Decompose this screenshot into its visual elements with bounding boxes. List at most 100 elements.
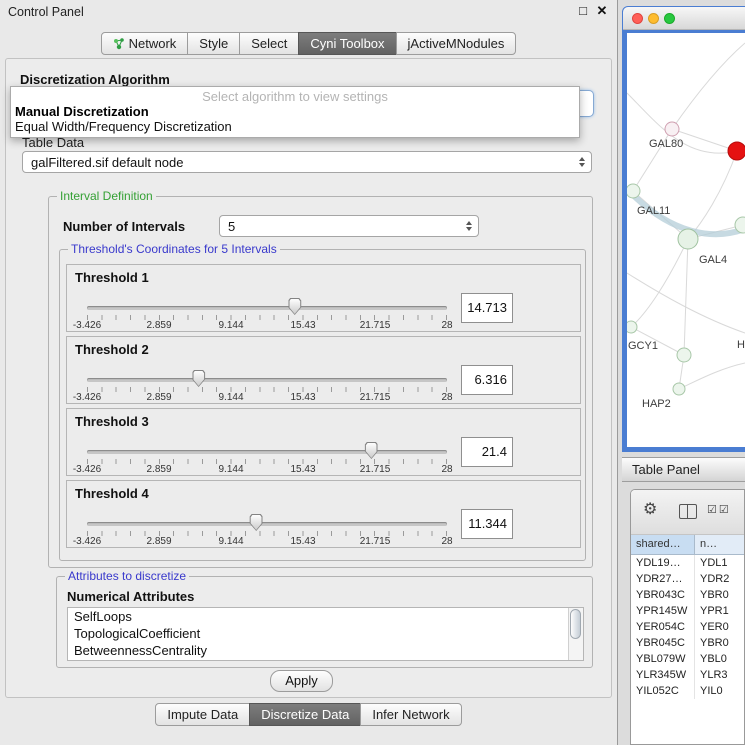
- list-scrollbar[interactable]: [568, 608, 583, 660]
- node-gal11[interactable]: [627, 184, 640, 198]
- slider-tick-labels: -3.4262.8599.14415.4321.71528: [87, 392, 447, 403]
- float-window-icon[interactable]: □: [575, 3, 591, 19]
- slider-thumb[interactable]: [288, 298, 301, 315]
- table-row[interactable]: YPR145WYPR1: [631, 603, 744, 619]
- tab-impute-data[interactable]: Impute Data: [155, 703, 250, 726]
- threshold-4-slider[interactable]: [87, 517, 447, 531]
- discretization-algorithm-label: Discretization Algorithm: [20, 72, 170, 87]
- threshold-1-panel: Threshold 1 -3.4262.8599.14415.4321.7152…: [66, 264, 581, 332]
- node-hap2[interactable]: [673, 383, 685, 395]
- threshold-2-value-field[interactable]: 6.316: [461, 365, 513, 395]
- node-label-gcy1: GCY1: [628, 340, 658, 352]
- table-row[interactable]: YDR27…YDR2: [631, 571, 744, 587]
- table-toolbar: ⚙ ☑☑: [631, 490, 744, 535]
- threshold-1-label: Threshold 1: [75, 270, 149, 285]
- gear-icon[interactable]: ⚙: [643, 501, 657, 519]
- table-row[interactable]: YLR345WYLR3: [631, 667, 744, 683]
- network-icon: [113, 38, 125, 50]
- zoom-traffic-light[interactable]: [664, 13, 675, 24]
- numerical-attributes-label: Numerical Attributes: [67, 589, 194, 604]
- table-row[interactable]: YBR045CYBR0: [631, 635, 744, 651]
- list-item[interactable]: TopologicalCoefficient: [68, 625, 583, 642]
- table-panel-header[interactable]: Table Panel: [622, 457, 745, 482]
- number-of-intervals-value: 5: [228, 219, 235, 234]
- slider-tick-labels: -3.4262.8599.14415.4321.71528: [87, 464, 447, 475]
- tab-label: Impute Data: [167, 704, 238, 725]
- control-panel-titlebar: Control Panel □ ✕: [0, 0, 617, 24]
- threshold-4-label: Threshold 4: [75, 486, 149, 501]
- table-row[interactable]: YER054CYER0: [631, 619, 744, 635]
- node-label-gal11: GAL11: [637, 205, 670, 217]
- thresholds-group-title: Threshold's Coordinates for 5 Intervals: [68, 242, 280, 256]
- tab-cyni-toolbox[interactable]: Cyni Toolbox: [298, 32, 396, 55]
- slider-track[interactable]: [87, 522, 447, 526]
- list-item[interactable]: BetweennessCentrality: [68, 642, 583, 659]
- checkbox-icons[interactable]: ☑☑: [707, 503, 731, 516]
- threshold-3-value-field[interactable]: 21.4: [461, 437, 513, 467]
- table-row[interactable]: YBR043CYBR0: [631, 587, 744, 603]
- scrollbar-thumb[interactable]: [570, 609, 581, 639]
- attributes-group: Attributes to discretize Numerical Attri…: [56, 576, 593, 668]
- dropdown-option-equal-width[interactable]: Equal Width/Frequency Discretization: [15, 119, 232, 134]
- tab-label: Style: [199, 33, 228, 54]
- close-icon[interactable]: ✕: [594, 3, 610, 19]
- tab-label: Network: [129, 33, 177, 54]
- node-gal80[interactable]: [665, 122, 679, 136]
- thresholds-group: Threshold's Coordinates for 5 Intervals …: [59, 249, 586, 561]
- tab-style[interactable]: Style: [187, 32, 240, 55]
- table-row[interactable]: YDL19…YDL1: [631, 555, 744, 571]
- threshold-1-slider[interactable]: [87, 301, 447, 315]
- tab-label: Infer Network: [372, 704, 449, 725]
- node-mid[interactable]: [677, 348, 691, 362]
- combo-arrows-icon: [579, 157, 585, 167]
- close-traffic-light[interactable]: [632, 13, 643, 24]
- node-gal4[interactable]: [678, 229, 698, 249]
- slider-track[interactable]: [87, 378, 447, 382]
- table-row[interactable]: YBL079WYBL0: [631, 651, 744, 667]
- slider-track[interactable]: [87, 450, 447, 454]
- network-window-titlebar[interactable]: [623, 7, 745, 30]
- slider-track[interactable]: [87, 306, 447, 310]
- columns-icon[interactable]: [679, 504, 697, 519]
- threshold-2-label: Threshold 2: [75, 342, 149, 357]
- table-panel-title: Table Panel: [632, 458, 700, 481]
- interval-definition-title: Interval Definition: [57, 189, 156, 203]
- window-title: Control Panel: [8, 0, 84, 24]
- algorithm-dropdown-popup: Select algorithm to view settings Manual…: [10, 86, 580, 138]
- slider-thumb[interactable]: [192, 370, 205, 387]
- list-item[interactable]: SelfLoops: [68, 608, 583, 625]
- threshold-4-value-field[interactable]: 11.344: [461, 509, 513, 539]
- column-header-name[interactable]: n…: [695, 535, 744, 554]
- apply-button[interactable]: Apply: [270, 670, 333, 692]
- table-body: YDL19…YDL1 YDR27…YDR2 YBR043CYBR0 YPR145…: [631, 555, 744, 699]
- threshold-3-slider[interactable]: [87, 445, 447, 459]
- tab-label: jActiveMNodules: [408, 33, 505, 54]
- tab-infer-network[interactable]: Infer Network: [360, 703, 461, 726]
- tab-network[interactable]: Network: [101, 32, 189, 55]
- tab-jactivemnodules[interactable]: jActiveMNodules: [396, 32, 517, 55]
- number-of-intervals-spinner[interactable]: 5: [219, 215, 479, 237]
- slider-thumb[interactable]: [365, 442, 378, 459]
- interval-definition-group: Interval Definition Number of Intervals …: [48, 196, 593, 568]
- threshold-2-slider[interactable]: [87, 373, 447, 387]
- column-header-shared-name[interactable]: shared…: [631, 535, 695, 554]
- table-data-combo[interactable]: galFiltered.sif default node: [22, 151, 592, 173]
- node-selected-red[interactable]: [728, 142, 745, 160]
- attributes-group-title: Attributes to discretize: [65, 569, 189, 583]
- table-row[interactable]: YIL052CYIL0: [631, 683, 744, 699]
- tab-select[interactable]: Select: [239, 32, 299, 55]
- minimize-traffic-light[interactable]: [648, 13, 659, 24]
- slider-thumb[interactable]: [250, 514, 263, 531]
- network-graph: GAL80 GAL11 GAL4 GCY1 HAP2 H: [627, 33, 745, 447]
- dropdown-option-manual[interactable]: Manual Discretization: [15, 104, 149, 119]
- tab-discretize-data[interactable]: Discretize Data: [249, 703, 361, 726]
- numerical-attributes-list[interactable]: SelfLoops TopologicalCoefficient Between…: [67, 607, 584, 661]
- network-view-window: GAL80 GAL11 GAL4 GCY1 HAP2 H: [622, 6, 745, 452]
- node-gcy1[interactable]: [627, 321, 637, 333]
- top-tab-bar: Network Style Select Cyni Toolbox jActiv…: [0, 32, 617, 55]
- network-canvas[interactable]: GAL80 GAL11 GAL4 GCY1 HAP2 H: [627, 33, 745, 447]
- slider-tick-labels: -3.4262.8599.14415.4321.71528: [87, 320, 447, 331]
- tab-label: Discretize Data: [261, 704, 349, 725]
- threshold-1-value-field[interactable]: 14.713: [461, 293, 513, 323]
- algorithm-combo-fragment[interactable]: [578, 90, 594, 117]
